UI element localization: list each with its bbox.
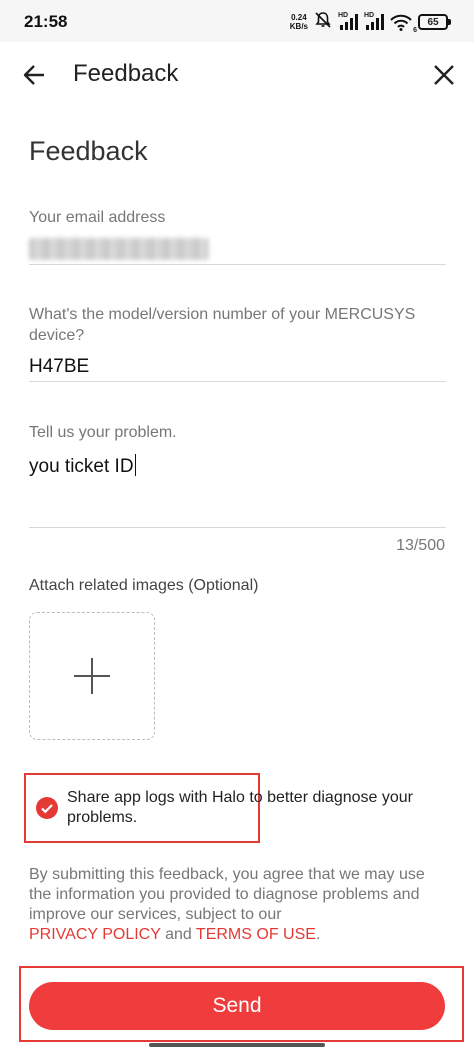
- disclaimer: By submitting this feedback, you agree t…: [29, 865, 449, 945]
- signal-hd-label: HD: [338, 12, 349, 19]
- wifi-icon: 6: [390, 14, 417, 34]
- page-title: Feedback: [29, 136, 148, 166]
- mute-bell-icon: [314, 11, 332, 34]
- problem-textarea[interactable]: you ticket ID: [29, 454, 137, 478]
- network-speed-unit: KB/s: [289, 22, 308, 31]
- arrow-left-icon[interactable]: [22, 62, 48, 88]
- email-field-redacted-value[interactable]: [29, 238, 209, 260]
- header-title: Feedback: [73, 60, 179, 87]
- network-speed: 0.24 KB/s: [290, 13, 308, 31]
- network-speed-value: 0.24: [291, 13, 307, 22]
- send-button[interactable]: Send: [29, 982, 445, 1030]
- battery-level: 65: [427, 16, 439, 28]
- terms-of-use-link[interactable]: TERMS OF USE: [196, 926, 316, 943]
- status-bar: 21:58 0.24 KB/s HD HD 6 65: [0, 0, 474, 42]
- share-logs-text[interactable]: Share app logs with Halo to better diagn…: [67, 788, 457, 828]
- status-time: 21:58: [24, 12, 68, 31]
- problem-text: you ticket ID: [29, 456, 134, 477]
- status-icons: 0.24 KB/s HD HD 6 65: [290, 11, 451, 34]
- text-caret: [134, 454, 137, 476]
- close-icon[interactable]: [432, 63, 456, 87]
- disclaimer-end: .: [315, 926, 321, 943]
- email-underline: [29, 264, 446, 265]
- disclaimer-and: and: [165, 926, 192, 943]
- privacy-policy-link[interactable]: PRIVACY POLICY: [29, 926, 161, 943]
- signal-hd-label-2: HD: [364, 12, 375, 19]
- checkbox-checked-icon[interactable]: [36, 797, 58, 819]
- signal-icon-2: HD: [364, 12, 384, 30]
- model-input[interactable]: H47BE: [29, 356, 89, 378]
- app-header: Feedback: [0, 42, 474, 106]
- problem-underline: [29, 527, 446, 528]
- signal-icon: HD: [338, 12, 358, 30]
- plus-icon: [72, 656, 112, 696]
- home-indicator[interactable]: [149, 1043, 325, 1047]
- model-label: What's the model/version number of your …: [29, 306, 416, 344]
- email-label: Your email address: [29, 209, 166, 226]
- character-counter: 13/500: [396, 537, 445, 554]
- model-underline: [29, 381, 446, 382]
- wifi-label: 6: [413, 26, 417, 34]
- battery-icon: 65: [418, 14, 451, 30]
- disclaimer-text: By submitting this feedback, you agree t…: [29, 866, 425, 923]
- attach-label: Attach related images (Optional): [29, 577, 259, 594]
- add-image-button[interactable]: [29, 612, 155, 740]
- problem-label: Tell us your problem.: [29, 424, 177, 441]
